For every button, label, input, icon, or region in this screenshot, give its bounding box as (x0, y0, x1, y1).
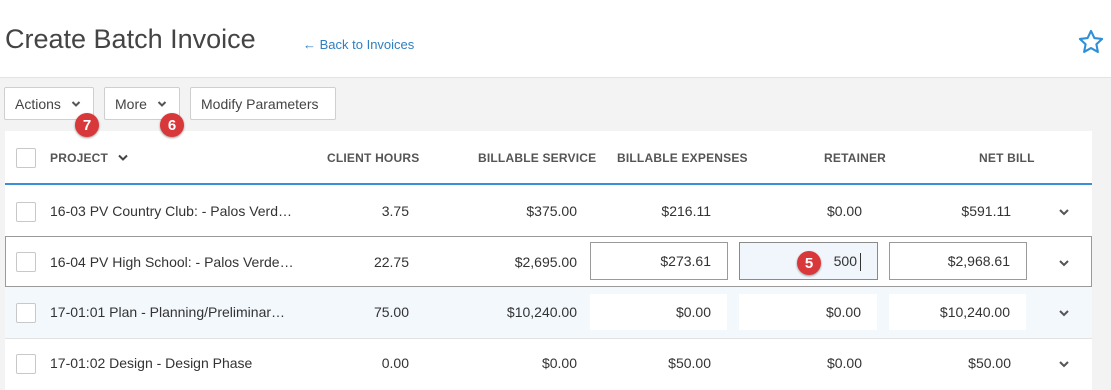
back-to-invoices-link[interactable]: ← Back to Invoices (303, 37, 414, 52)
billable-service-cell: $2,695.00 (514, 254, 577, 270)
row-checkbox[interactable] (16, 202, 36, 222)
modify-parameters-label: Modify Parameters (201, 95, 319, 112)
table-row[interactable]: 17-01:01 Plan - Planning/Preliminar… 75.… (5, 287, 1092, 338)
retainer-cell[interactable]: $0.00 (739, 294, 877, 330)
page-header: Create Batch Invoice ← Back to Invoices (0, 0, 1111, 78)
billable-service-cell: $375.00 (526, 203, 577, 219)
step-marker-actions: 7 (75, 113, 99, 137)
billable-expenses-cell: $216.11 (661, 203, 711, 219)
more-label: More (115, 95, 147, 112)
net-bill-cell: $591.11 (961, 203, 1011, 219)
row-checkbox[interactable] (16, 252, 36, 272)
retainer-cell: $0.00 (826, 203, 862, 219)
retainer-cell: $0.00 (826, 355, 862, 371)
billable-expenses-input[interactable]: $273.61 (590, 242, 728, 280)
client-hours-cell: 3.75 (381, 203, 409, 219)
billable-service-cell: $10,240.00 (506, 304, 577, 320)
column-net-bill-header: NET BILL (979, 151, 1035, 165)
project-cell: 17-01:02 Design - Design Phase (50, 355, 253, 371)
billable-service-cell: $0.00 (541, 355, 577, 371)
table-row[interactable]: 16-03 PV Country Club: - Palos Verd… 3.7… (5, 186, 1092, 236)
column-project-header[interactable]: PROJECT (50, 151, 128, 165)
chevron-down-icon[interactable] (1058, 309, 1070, 317)
column-client-hours-header: CLIENT HOURS (327, 151, 420, 165)
client-hours-cell: 0.00 (381, 355, 409, 371)
chevron-down-icon (117, 154, 128, 161)
table-row-editing[interactable]: 16-04 PV High School: - Palos Verde… 22.… (5, 236, 1092, 287)
project-cell: 16-04 PV High School: - Palos Verde… (50, 254, 294, 270)
invoice-table: PROJECT CLIENT HOURS BILLABLE SERVICE BI… (5, 131, 1092, 390)
project-cell: 17-01:01 Plan - Planning/Preliminar… (50, 304, 286, 320)
net-bill-cell[interactable]: $10,240.00 (889, 294, 1026, 330)
row-checkbox[interactable] (16, 354, 36, 374)
row-checkbox[interactable] (16, 303, 36, 323)
column-billable-expenses-header: BILLABLE EXPENSES (617, 151, 748, 165)
billable-expenses-cell: $50.00 (668, 355, 711, 371)
table-row[interactable]: 17-01:02 Design - Design Phase 0.00 $0.0… (5, 339, 1092, 390)
star-outline-icon[interactable] (1077, 28, 1105, 56)
net-bill-cell: $50.00 (968, 355, 1011, 371)
net-bill-input[interactable]: $2,968.61 (889, 242, 1027, 280)
chevron-down-icon[interactable] (1058, 259, 1070, 267)
table-header: PROJECT CLIENT HOURS BILLABLE SERVICE BI… (5, 131, 1092, 185)
step-marker-retainer: 5 (797, 251, 821, 275)
chevron-down-icon[interactable] (1058, 208, 1070, 216)
column-project-label: PROJECT (50, 151, 109, 165)
client-hours-cell: 22.75 (373, 254, 409, 270)
step-marker-more: 6 (160, 113, 184, 137)
chevron-down-icon (157, 100, 167, 107)
actions-label: Actions (15, 95, 61, 112)
chevron-down-icon[interactable] (1058, 360, 1070, 368)
select-all-checkbox[interactable] (16, 148, 36, 168)
modify-parameters-button[interactable]: Modify Parameters (190, 87, 336, 120)
text-cursor (860, 253, 861, 272)
column-billable-service-header: BILLABLE SERVICE (478, 151, 597, 165)
page-title: Create Batch Invoice (5, 24, 256, 54)
column-retainer-header: RETAINER (824, 151, 887, 165)
chevron-down-icon (71, 100, 81, 107)
project-cell: 16-03 PV Country Club: - Palos Verd… (50, 203, 293, 219)
retainer-input-value: 500 (833, 253, 857, 269)
billable-expenses-cell[interactable]: $0.00 (590, 294, 727, 330)
client-hours-cell: 75.00 (373, 304, 409, 320)
